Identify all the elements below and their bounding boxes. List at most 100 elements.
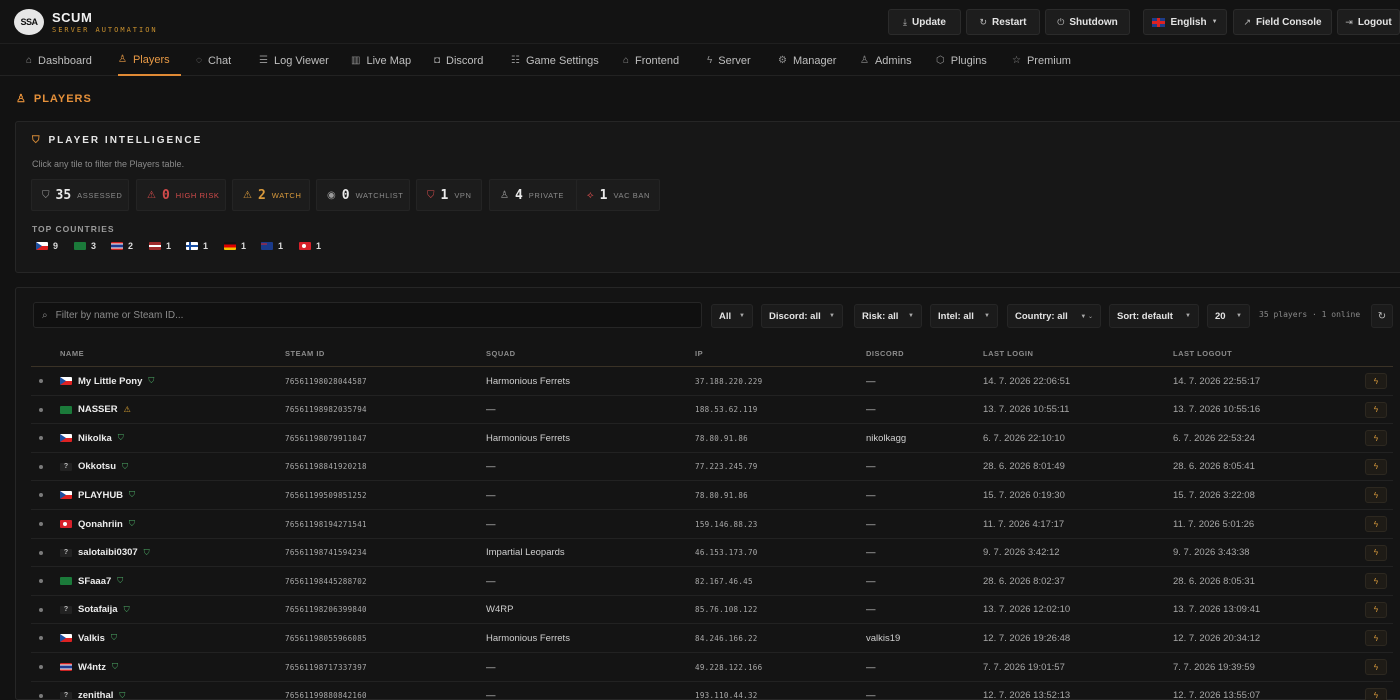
player-name-cell[interactable]: ? salotaibi0307 ⛉	[60, 539, 150, 567]
player-name-cell[interactable]: Qonahriin ⛉	[60, 510, 135, 538]
tab-live-map[interactable]: ▥ Live Map	[351, 45, 411, 76]
tab-server[interactable]: ϟ Server	[707, 45, 751, 76]
update-button[interactable]: ⤓ Update	[888, 9, 961, 35]
row-action-button[interactable]: ϟ	[1365, 373, 1387, 389]
logout-icon: ⇥	[1345, 16, 1353, 27]
country-chip[interactable]: 1	[149, 241, 171, 251]
tab-game-settings[interactable]: ☷ Game Settings	[511, 45, 599, 76]
player-name: PLAYHUB	[78, 489, 124, 501]
table-row[interactable]: Valkis ⛉ 76561198055966085 Harmonious Ferre…	[31, 623, 1393, 651]
search-box[interactable]: ⌕	[33, 302, 702, 328]
tab-players[interactable]: ♙ Players	[118, 45, 181, 76]
brand: SCUM SERVER AUTOMATION	[52, 10, 158, 34]
table-row[interactable]: NASSER ⚠ 76561198982035794 — 188.53.62.119 — 1…	[31, 394, 1393, 424]
field-console-button[interactable]: ↗ Field Console	[1233, 9, 1332, 35]
player-name-cell[interactable]: Valkis ⛉	[60, 624, 117, 652]
country-chip[interactable]: 2	[111, 241, 133, 251]
row-action-button[interactable]: ϟ	[1365, 573, 1387, 590]
tile-vac-ban[interactable]: ⟡ 1 VAC BAN	[576, 179, 660, 211]
czech-flag-icon	[60, 434, 72, 443]
list-icon: ☰	[259, 55, 268, 66]
language-select[interactable]: English ▼	[1143, 9, 1227, 35]
page-size-select[interactable]: 20 ▼	[1207, 304, 1250, 328]
table-row[interactable]: ? zenithal ⛉ 76561199880842160 — 193.110.44.3…	[31, 680, 1393, 700]
refresh-button[interactable]: ↻	[1371, 304, 1393, 328]
country-filter[interactable]: Country: all ▼ ⌄	[1007, 304, 1101, 328]
row-action-button[interactable]: ϟ	[1365, 430, 1387, 447]
col-last-login[interactable]: LAST LOGIN	[983, 349, 1033, 358]
risk-filter[interactable]: Risk: all ▼	[854, 304, 922, 328]
tile-vpn[interactable]: ⛉ 1 VPN	[416, 179, 482, 211]
tab-premium[interactable]: ☆ Premium	[1012, 45, 1071, 76]
tile-watch[interactable]: ⚠ 2 WATCH	[232, 179, 310, 211]
shutdown-button[interactable]: ⏻ Shutdown	[1045, 9, 1130, 35]
table-row[interactable]: ? salotaibi0307 ⛉ 76561198741594234 Impartia…	[31, 537, 1393, 567]
row-action-button[interactable]: ϟ	[1365, 487, 1387, 504]
country-chip[interactable]: 9	[36, 241, 58, 251]
tile-private[interactable]: ♙ 4 PRIVATE	[489, 179, 584, 211]
country-chip[interactable]: 1	[224, 241, 246, 251]
main-nav: ⌂ Dashboard ♙ Players ◌ Chat ☰ Log Viewer ▥ L…	[0, 45, 1400, 76]
discord-filter[interactable]: Discord: all ▼	[761, 304, 843, 328]
logout-button[interactable]: ⇥ Logout	[1337, 9, 1400, 35]
external-link-icon: ↗	[1243, 16, 1251, 27]
row-action-button[interactable]: ϟ	[1365, 401, 1387, 418]
row-action-button[interactable]: ϟ	[1365, 516, 1387, 532]
tab-chat[interactable]: ◌ Chat	[196, 45, 231, 76]
player-name-cell[interactable]: NASSER ⚠	[60, 396, 131, 424]
table-row[interactable]: ? Sotafaija ⛉ 76561198206399840 W4RP 85.76.10…	[31, 594, 1393, 624]
tab-log-viewer[interactable]: ☰ Log Viewer	[259, 45, 329, 76]
shield-icon: ⛉	[117, 576, 124, 586]
restart-button[interactable]: ↻ Restart	[966, 9, 1040, 35]
tab-admins[interactable]: ♙ Admins	[860, 45, 912, 76]
player-name-cell[interactable]: My Little Pony ⛉	[60, 367, 154, 395]
search-input[interactable]	[55, 309, 656, 321]
tab-dashboard[interactable]: ⌂ Dashboard	[26, 45, 92, 76]
row-action-button[interactable]: ϟ	[1365, 601, 1387, 618]
select-value: 20	[1215, 310, 1226, 322]
status-filter[interactable]: All ▼	[711, 304, 753, 328]
table-row[interactable]: SFaaa7 ⛉ 76561198445288702 — 82.167.46.45 — 28…	[31, 566, 1393, 594]
table-row[interactable]: My Little Pony ⛉ 76561198028044587 Harmonio…	[31, 366, 1393, 394]
bolt-icon: ϟ	[707, 55, 713, 66]
table-row[interactable]: ? Okkotsu ⛉ 76561198841920218 — 77.223.245.79…	[31, 451, 1393, 481]
tile-high-risk[interactable]: ⚠ 0 HIGH RISK	[136, 179, 226, 211]
country-chip[interactable]: 1	[261, 241, 283, 251]
row-action-button[interactable]: ϟ	[1365, 458, 1387, 475]
brand-logo[interactable]: SSA	[14, 9, 44, 35]
row-action-button[interactable]: ϟ	[1365, 544, 1387, 561]
col-steam-id[interactable]: STEAM ID	[285, 349, 325, 358]
player-name-cell[interactable]: PLAYHUB ⛉	[60, 481, 135, 509]
table-row[interactable]: PLAYHUB ⛉ 76561199509851252 — 78.80.91.86 — 15…	[31, 480, 1393, 508]
row-action-button[interactable]: ϟ	[1365, 659, 1387, 675]
player-name-cell[interactable]: Nikolka ⛉	[60, 424, 124, 452]
country-chip[interactable]: 1	[299, 241, 321, 251]
player-name-cell[interactable]: ? zenithal ⛉	[60, 682, 125, 700]
row-action-button[interactable]: ϟ	[1365, 687, 1387, 700]
country-chip[interactable]: 1	[186, 241, 208, 251]
col-squad[interactable]: SQUAD	[486, 349, 516, 358]
row-action-button[interactable]: ϟ	[1365, 630, 1387, 647]
col-discord[interactable]: DISCORD	[866, 349, 904, 358]
table-row[interactable]: Nikolka ⛉ 76561198079911047 Harmonious Ferr…	[31, 423, 1393, 451]
player-name-cell[interactable]: ? Sotafaija ⛉	[60, 596, 130, 624]
player-name-cell[interactable]: ? Okkotsu ⛉	[60, 453, 128, 481]
player-name-cell[interactable]: W4ntz ⛉	[60, 653, 118, 681]
tile-watchlist[interactable]: ◉ 0 WATCHLIST	[316, 179, 410, 211]
tile-assessed[interactable]: ⛉ 35 ASSESSED	[31, 179, 129, 211]
tab-plugins[interactable]: ⬡ Plugins	[936, 45, 987, 76]
country-chip[interactable]: 3	[74, 241, 96, 251]
col-last-logout[interactable]: LAST LOGOUT	[1173, 349, 1232, 358]
czech-flag-icon	[36, 242, 48, 250]
player-name: My Little Pony	[78, 375, 143, 387]
tab-discord[interactable]: ◘ Discord	[434, 45, 483, 76]
player-name-cell[interactable]: SFaaa7 ⛉	[60, 567, 123, 595]
tab-manager[interactable]: ⚙ Manager	[778, 45, 836, 76]
col-name[interactable]: NAME	[60, 349, 84, 358]
table-row[interactable]: W4ntz ⛉ 76561198717337397 — 49.228.122.166 — 7…	[31, 652, 1393, 680]
sort-select[interactable]: Sort: default ▼	[1109, 304, 1199, 328]
tab-frontend[interactable]: ⌂ Frontend	[623, 45, 679, 76]
intel-filter[interactable]: Intel: all ▼	[930, 304, 998, 328]
table-row[interactable]: Qonahriin ⛉ 76561198194271541 — 159.146.88.2…	[31, 509, 1393, 537]
col-ip[interactable]: IP	[695, 349, 703, 358]
